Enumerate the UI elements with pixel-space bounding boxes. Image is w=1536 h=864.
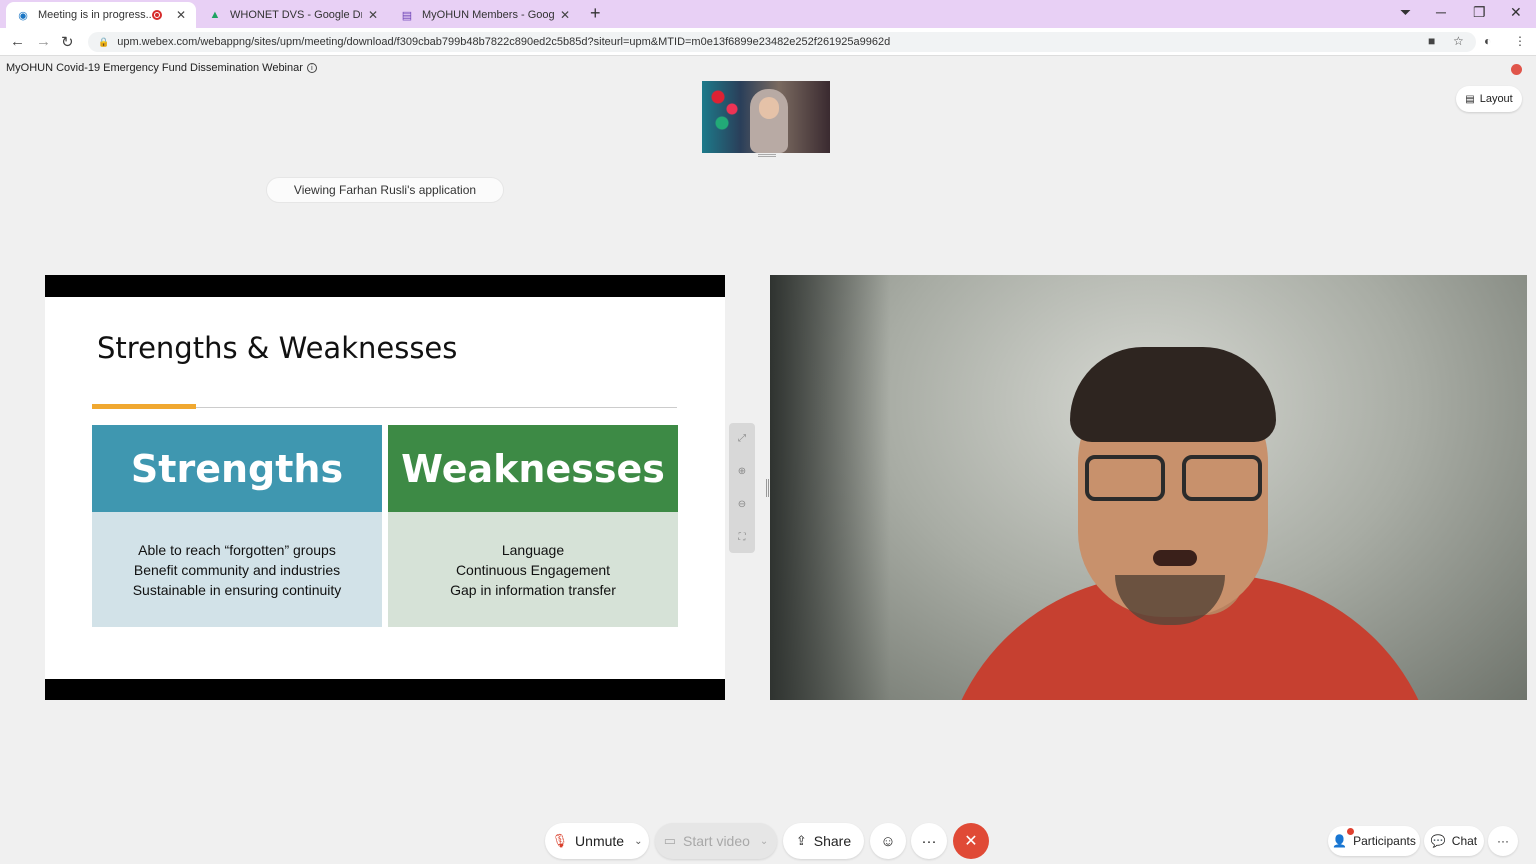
share-icon: ⇪	[795, 833, 807, 848]
address-field[interactable]: 🔒 upm.webex.com/webappng/sites/upm/meeti…	[88, 32, 1476, 52]
close-tab-icon[interactable]: ✕	[176, 8, 186, 22]
presentation-slide: Strengths & Weaknesses Strengths Able to…	[45, 297, 725, 679]
lock-icon: 🔒	[98, 36, 110, 47]
zoom-out-icon[interactable]: ⊖	[729, 499, 755, 510]
strengths-panel: Strengths Able to reach “forgotten” grou…	[92, 425, 382, 627]
end-meeting-button[interactable]: ✕	[953, 823, 989, 859]
close-tab-icon[interactable]: ✕	[560, 8, 570, 22]
notification-dot	[1347, 828, 1354, 835]
weaknesses-list: Language Continuous Engagement Gap in in…	[388, 512, 678, 627]
minimize-button[interactable]: ─	[1436, 4, 1446, 20]
strengths-heading: Strengths	[92, 425, 382, 512]
list-item: Language	[501, 541, 565, 558]
reactions-button[interactable]: ☺	[870, 823, 906, 859]
list-item: Benefit community and industries	[133, 561, 341, 578]
meeting-title-text: MyOHUN Covid-19 Emergency Fund Dissemina…	[6, 62, 303, 74]
close-window-button[interactable]: ✕	[1510, 4, 1522, 21]
more-icon: ···	[1497, 834, 1509, 848]
recording-icon	[151, 10, 162, 20]
forward-arrow-icon[interactable]: →	[36, 33, 51, 50]
recording-indicator-icon	[1511, 64, 1522, 75]
layout-icon: ▤	[1465, 93, 1475, 105]
camera-icon[interactable]: ■	[1428, 34, 1435, 48]
browser-tab-bar: ◉ Meeting is in progress... ✕ ▲ WHONET D…	[0, 0, 1536, 28]
participant-thumbnail[interactable]	[702, 81, 830, 153]
share-label: Share	[813, 833, 852, 849]
unmute-label: Unmute	[575, 833, 625, 849]
tab-title: MyOHUN Members - Google For	[422, 9, 554, 21]
thumbnail-flowers	[708, 87, 742, 137]
slide-accent-bar	[92, 404, 196, 409]
unmute-button[interactable]: 🎙 Unmute ⌄	[545, 823, 649, 859]
list-item: Gap in information transfer	[450, 581, 616, 598]
chevron-down-icon[interactable]: ⌄	[760, 836, 768, 847]
reload-icon[interactable]: ↻	[61, 33, 74, 51]
webex-icon: ◉	[18, 9, 28, 22]
pane-resize-handle[interactable]	[766, 479, 769, 497]
start-video-button[interactable]: ▭ Start video ⌄	[655, 823, 777, 859]
thumbnail-face	[759, 97, 779, 119]
menu-icon[interactable]: ⋮	[1514, 34, 1526, 48]
speaker-video[interactable]	[770, 275, 1527, 700]
zoom-controls: ⤢ ⊕ ⊖ ⛶	[729, 423, 755, 553]
viewing-application-label: Viewing Farhan Rusli's application	[266, 177, 504, 203]
fit-icon[interactable]: ⛶	[729, 532, 755, 543]
more-panels-button[interactable]: ···	[1488, 826, 1518, 856]
share-button[interactable]: ⇪ Share	[783, 823, 864, 859]
speaker-mouth	[1153, 550, 1197, 566]
chevron-down-icon[interactable]: ⌄	[634, 836, 642, 847]
video-background-shadow	[770, 275, 890, 700]
tab-title: WHONET DVS - Google Drive	[230, 9, 362, 21]
list-item: Sustainable in ensuring continuity	[132, 581, 342, 598]
back-arrow-icon[interactable]: ←	[10, 33, 25, 50]
bookmark-star-icon[interactable]: ☆	[1453, 34, 1464, 48]
restore-button[interactable]: ❐	[1473, 4, 1486, 21]
start-video-label: Start video	[682, 833, 750, 849]
strengths-list: Able to reach “forgotten” groups Benefit…	[92, 512, 382, 627]
fullscreen-icon[interactable]: ⤢	[729, 433, 755, 444]
speaker-glasses-left	[1085, 455, 1165, 501]
chat-bubble-icon: 💬	[1430, 834, 1446, 848]
more-options-button[interactable]: ···	[911, 823, 947, 859]
speaker-hair	[1070, 347, 1276, 442]
info-icon[interactable]: i	[306, 63, 317, 73]
tab-myohun-members[interactable]: ▤ MyOHUN Members - Google For ✕	[390, 2, 580, 28]
thumbnail-drag-handle[interactable]	[758, 154, 776, 157]
muted-mic-icon: 🎙	[551, 833, 569, 848]
more-icon: ···	[921, 832, 937, 850]
emoji-icon: ☺	[880, 832, 896, 850]
participants-label: Participants	[1353, 834, 1416, 848]
url-text: upm.webex.com/webappng/sites/upm/meeting…	[117, 36, 891, 48]
tab-whonet[interactable]: ▲ WHONET DVS - Google Drive ✕	[198, 2, 388, 28]
list-item: Continuous Engagement	[455, 561, 611, 578]
address-toolbar: ← → ↻ 🔒 upm.webex.com/webappng/sites/upm…	[0, 28, 1536, 56]
tab-title: Meeting is in progress...	[38, 9, 152, 21]
slide-title: Strengths & Weaknesses	[97, 331, 458, 365]
profile-icon[interactable]: ◐	[1484, 34, 1491, 48]
tab-meeting[interactable]: ◉ Meeting is in progress... ✕	[6, 2, 196, 28]
layout-label: Layout	[1479, 93, 1513, 105]
google-drive-icon: ▲	[209, 9, 221, 21]
video-off-icon: ▭	[663, 833, 676, 848]
list-item: Able to reach “forgotten” groups	[138, 541, 336, 558]
tab-search-icon[interactable]: ⏷	[1400, 4, 1411, 21]
speaker-glasses-right	[1182, 455, 1262, 501]
close-icon: ✕	[964, 833, 978, 850]
participants-icon: 👤	[1332, 834, 1348, 848]
zoom-in-icon[interactable]: ⊕	[729, 466, 755, 477]
participants-button[interactable]: 👤 Participants	[1328, 826, 1420, 856]
google-forms-icon: ▤	[401, 9, 413, 22]
weaknesses-heading: Weaknesses	[388, 425, 678, 512]
shared-content-frame: Strengths & Weaknesses Strengths Able to…	[45, 275, 725, 700]
chat-label: Chat	[1451, 834, 1478, 848]
chat-button[interactable]: 💬 Chat	[1424, 826, 1484, 856]
new-tab-button[interactable]: +	[590, 3, 601, 24]
weaknesses-panel: Weaknesses Language Continuous Engagemen…	[388, 425, 678, 627]
close-tab-icon[interactable]: ✕	[368, 8, 378, 22]
layout-button[interactable]: ▤ Layout	[1456, 86, 1522, 112]
meeting-title: MyOHUN Covid-19 Emergency Fund Dissemina…	[6, 62, 317, 74]
